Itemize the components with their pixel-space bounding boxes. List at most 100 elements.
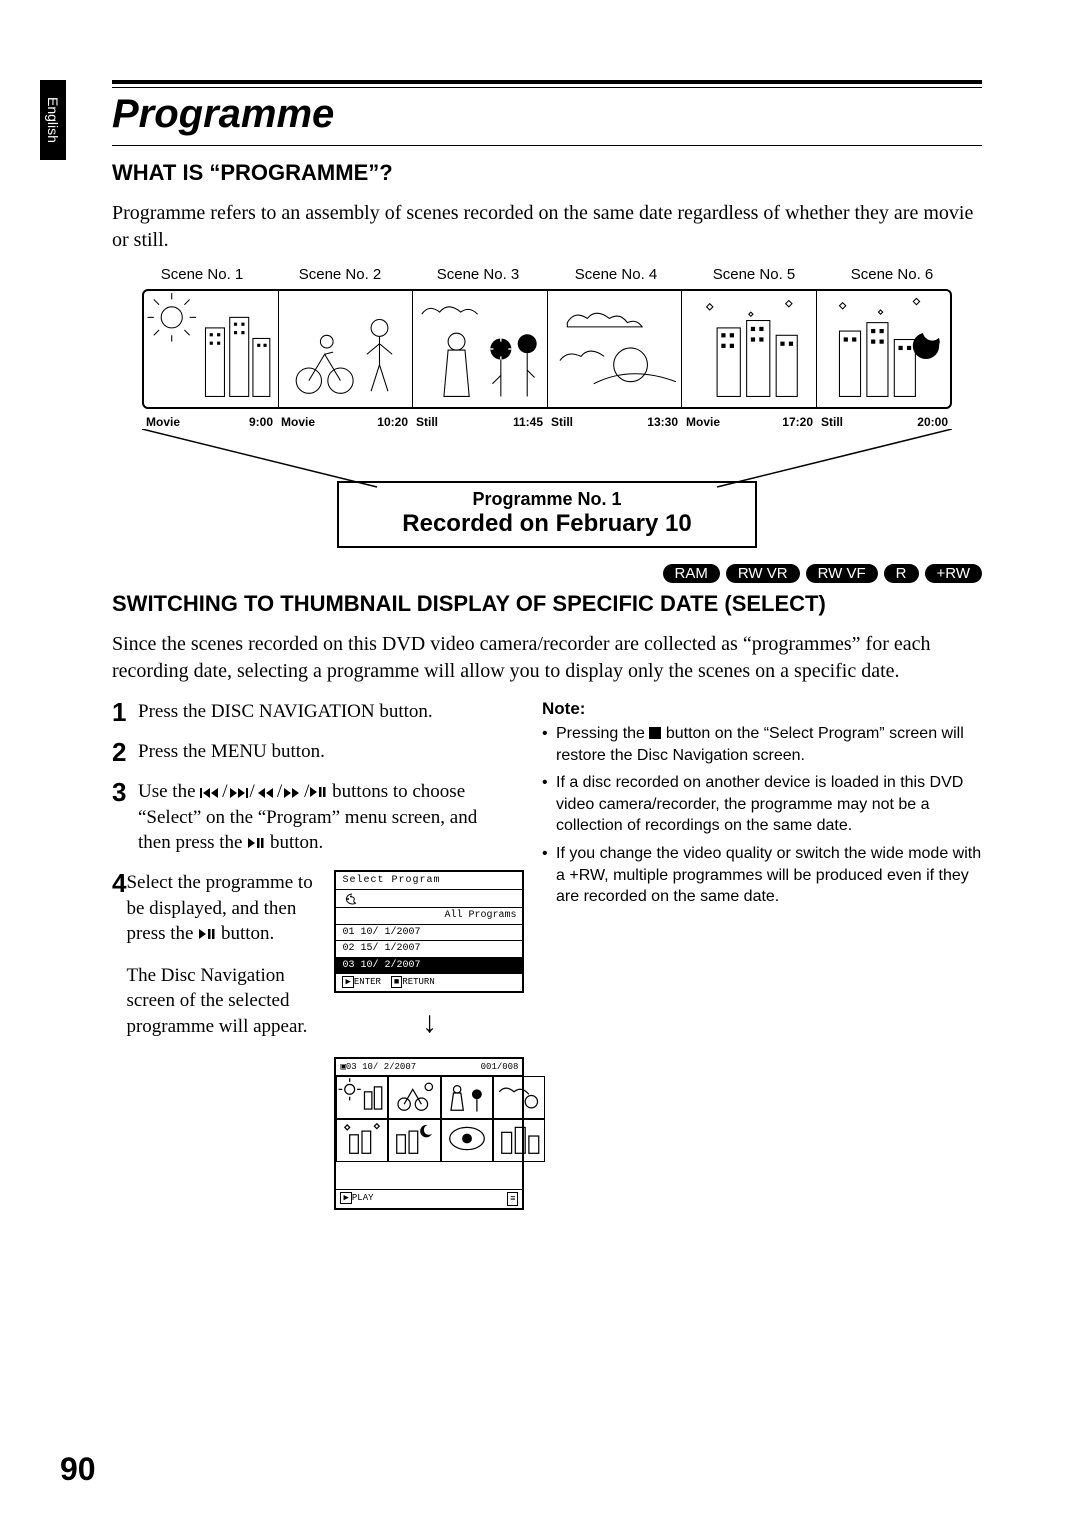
fast-forward-icon [282, 786, 304, 800]
down-arrow-icon: ↓ [334, 1003, 524, 1044]
scene-label: Scene No. 2 [280, 266, 400, 283]
list-item-selected: 03 10/ 2/2007 [336, 958, 522, 975]
scene-time: 20:00 [917, 415, 948, 429]
note-item: • Pressing the button on the “Select Pro… [542, 723, 982, 766]
format-badge: RAM [663, 564, 720, 583]
format-badge: RW VR [726, 564, 800, 583]
night-buildings-icon [817, 291, 951, 407]
kids-bicycle-icon [279, 291, 413, 407]
thumb [493, 1119, 545, 1162]
note-item: • If you change the video quality or swi… [542, 843, 982, 908]
step-number: 2 [112, 739, 138, 765]
step-number: 4 [112, 870, 126, 1210]
note-item: • If a disc recorded on another device i… [542, 772, 982, 837]
scene-type: Movie [146, 415, 180, 429]
footer-enter: ENTER [354, 977, 381, 987]
screen-title: Select Program [336, 872, 522, 891]
play-pause-icon [309, 785, 327, 799]
play-pause-icon [247, 836, 265, 850]
title-underline [112, 145, 982, 146]
thumb [441, 1119, 493, 1162]
scene-meta: Movie 9:00 Movie 10:20 Still 11:45 Still 13:… [142, 415, 952, 429]
programme-number: Programme No. 1 [349, 489, 745, 510]
scene-thumb-3 [413, 291, 548, 407]
list-item: All Programs [336, 908, 522, 925]
thumb-counter: 001/008 [481, 1061, 519, 1073]
scene-labels: Scene No. 1 Scene No. 2 Scene No. 3 Scen… [142, 266, 952, 283]
scene-label: Scene No. 6 [832, 266, 952, 283]
section2-body: Since the scenes recorded on this DVD vi… [112, 631, 982, 685]
prev-track-icon [200, 786, 222, 800]
evening-buildings-icon [682, 291, 816, 407]
scene-thumb-2 [279, 291, 414, 407]
step-number: 3 [112, 779, 138, 856]
page-number: 90 [60, 1451, 96, 1488]
scene-thumb-6 [817, 291, 951, 407]
section1-body: Programme refers to an assembly of scene… [112, 200, 982, 254]
programme-box: Programme No. 1 Recorded on February 10 [337, 481, 757, 548]
thumb-idx: 03 [346, 1062, 357, 1072]
scene-strip [142, 289, 952, 409]
thumb-play-label: PLAY [352, 1193, 374, 1203]
scene-label: Scene No. 3 [418, 266, 538, 283]
select-program-screen: Select Program All Programs 01 10/ 1/200… [334, 870, 524, 993]
scene-time: 13:30 [647, 415, 678, 429]
scene-label: Scene No. 1 [142, 266, 262, 283]
format-badge: RW VF [806, 564, 878, 583]
language-tab: English [40, 80, 66, 160]
scene-label: Scene No. 5 [694, 266, 814, 283]
scene-type: Movie [281, 415, 315, 429]
steps-column: 1 Press the DISC NAVIGATION button. 2 Pr… [112, 699, 512, 1224]
scene-type: Movie [686, 415, 720, 429]
page-title: Programme [112, 92, 982, 137]
next-track-icon [228, 786, 250, 800]
step1-text: Press the DISC NAVIGATION button. [138, 699, 512, 725]
programme-date: Recorded on February 10 [349, 510, 745, 538]
step2-text: Press the MENU button. [138, 739, 512, 765]
scene-label: Scene No. 4 [556, 266, 676, 283]
palette-icon [336, 890, 522, 908]
scene-thumb-1 [144, 291, 279, 407]
list-item: 01 10/ 1/2007 [336, 925, 522, 942]
sun-buildings-icon [144, 291, 278, 407]
note-heading: Note: [542, 699, 982, 719]
clouds-sun-icon [548, 291, 682, 407]
scene-thumb-5 [682, 291, 817, 407]
footer-return: RETURN [402, 977, 434, 987]
funnel-lines [142, 429, 952, 489]
scene-time: 9:00 [249, 415, 273, 429]
notes-column: Note: • Pressing the button on the “Sele… [542, 699, 982, 1224]
play-pause-icon [198, 927, 216, 941]
step3-text: Use the //// buttons to choose “Select” … [138, 779, 512, 856]
format-badge: R [884, 564, 919, 583]
thumb-date: 10/ 2/2007 [362, 1062, 416, 1072]
thumb [441, 1076, 493, 1119]
thumbnail-screen: ▣03 10/ 2/2007 001/008 [334, 1057, 524, 1210]
scene-type: Still [821, 415, 843, 429]
format-badge: +RW [925, 564, 982, 583]
section2-heading: SWITCHING TO THUMBNAIL DISPLAY OF SPECIF… [112, 591, 982, 617]
thumb [336, 1119, 388, 1162]
section1-heading: WHAT IS “PROGRAMME”? [112, 160, 982, 186]
top-rule [112, 80, 982, 88]
step4-text: Select the programme to be displayed, an… [126, 870, 316, 1210]
scene-type: Still [416, 415, 438, 429]
scene-type: Still [551, 415, 573, 429]
thumb [336, 1076, 388, 1119]
thumb [388, 1119, 440, 1162]
scene-time: 10:20 [377, 415, 408, 429]
stop-icon [649, 727, 661, 739]
manual-page: Programme WHAT IS “PROGRAMME”? Programme… [112, 80, 982, 1224]
step4-graphics: Select Program All Programs 01 10/ 1/200… [334, 870, 524, 1210]
girl-sunflower-icon [413, 291, 547, 407]
list-item: 02 15/ 1/2007 [336, 941, 522, 958]
scene-time: 11:45 [513, 415, 543, 429]
scene-diagram: Scene No. 1 Scene No. 2 Scene No. 3 Scen… [112, 266, 982, 548]
step-number: 1 [112, 699, 138, 725]
thumb [388, 1076, 440, 1119]
menu-icon: ≡ [507, 1192, 518, 1206]
scene-time: 17:20 [782, 415, 813, 429]
thumb [493, 1076, 545, 1119]
rewind-icon [255, 786, 277, 800]
scene-thumb-4 [548, 291, 683, 407]
